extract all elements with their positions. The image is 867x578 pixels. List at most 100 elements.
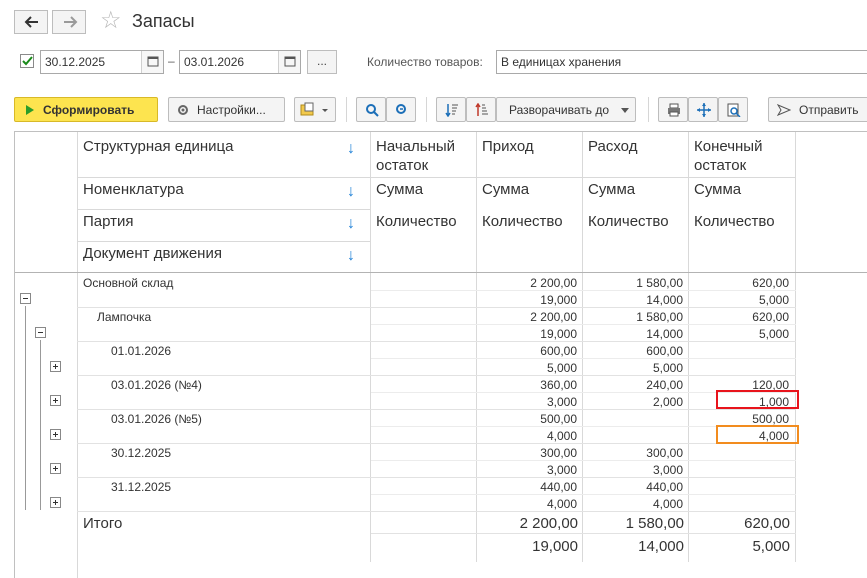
quantity-cell[interactable]: 4,000 <box>477 429 577 443</box>
arrow-right-icon <box>64 16 78 28</box>
total-quantity-cell[interactable]: 5,000 <box>689 538 790 555</box>
send-button-label: Отправить <box>799 103 859 117</box>
sort-arrow-icon[interactable]: ↓ <box>347 215 355 233</box>
expand-to-button[interactable]: Разворачивать до <box>496 97 636 122</box>
sum-cell[interactable]: 300,00 <box>583 446 683 460</box>
sum-cell[interactable]: 1 580,00 <box>583 276 683 290</box>
row-name[interactable]: 01.01.2026 <box>111 344 171 358</box>
expand-toggle[interactable] <box>50 395 61 406</box>
row-name[interactable]: Лампочка <box>97 310 151 324</box>
period-select-button[interactable]: ... <box>307 50 337 74</box>
total-quantity-cell[interactable]: 19,000 <box>477 538 578 555</box>
sum-cell[interactable]: 440,00 <box>477 480 577 494</box>
sort-asc-button[interactable] <box>466 97 496 122</box>
total-quantity-cell[interactable]: 14,000 <box>583 538 684 555</box>
total-sum-cell[interactable]: 620,00 <box>689 515 790 532</box>
quantity-cell[interactable]: 2,000 <box>583 395 683 409</box>
row-name[interactable]: 31.12.2025 <box>111 480 171 494</box>
header-opening-balance: остаток <box>376 157 429 174</box>
sum-cell[interactable]: 500,00 <box>477 412 577 426</box>
sort-desc-icon <box>445 104 458 117</box>
checkmark-icon <box>22 56 33 66</box>
row-name[interactable]: 03.01.2026 (№4) <box>111 378 202 392</box>
printer-icon <box>668 103 680 117</box>
quantity-cell[interactable]: 5,000 <box>689 327 789 341</box>
forward-button[interactable] <box>52 10 86 34</box>
expand-toggle[interactable] <box>50 463 61 474</box>
row-name[interactable]: Основной склад <box>83 276 173 290</box>
expand-toggle[interactable] <box>50 361 61 372</box>
expand-toggle[interactable] <box>50 497 61 508</box>
sum-cell[interactable]: 620,00 <box>689 310 789 324</box>
sum-cell[interactable]: 2 200,00 <box>477 310 577 324</box>
preview-button[interactable] <box>718 97 748 122</box>
sum-cell[interactable]: 600,00 <box>583 344 683 358</box>
sum-cell[interactable]: 240,00 <box>583 378 683 392</box>
quantity-cell[interactable]: 5,000 <box>477 361 577 375</box>
header-sum: Сумма <box>482 181 530 198</box>
sum-cell[interactable]: 440,00 <box>583 480 683 494</box>
row-name[interactable]: 30.12.2025 <box>111 446 171 460</box>
quantity-cell[interactable]: 4,000 <box>477 497 577 511</box>
sum-cell[interactable]: 1 580,00 <box>583 310 683 324</box>
date-from-field[interactable]: 30.12.2025 <box>40 50 164 74</box>
highlight-orange-box <box>716 425 799 444</box>
expand-toggle[interactable] <box>50 429 61 440</box>
sum-cell[interactable]: 360,00 <box>477 378 577 392</box>
print-button[interactable] <box>658 97 688 122</box>
date-to-value: 03.01.2026 <box>184 55 245 69</box>
date-to-field[interactable]: 03.01.2026 <box>179 50 301 74</box>
calendar-icon[interactable] <box>278 51 300 73</box>
quantity-cell[interactable]: 19,000 <box>477 293 577 307</box>
sort-arrow-icon[interactable]: ↓ <box>347 247 355 265</box>
sort-desc-button[interactable] <box>436 97 466 122</box>
play-icon <box>26 105 34 115</box>
total-label: Итого <box>83 515 123 532</box>
total-sum-cell[interactable]: 1 580,00 <box>583 515 684 532</box>
settings-button[interactable]: Настройки... <box>168 97 285 122</box>
page-title: Запасы <box>132 11 195 31</box>
back-button[interactable] <box>14 10 48 34</box>
sum-cell[interactable]: 620,00 <box>689 276 789 290</box>
variants-button[interactable] <box>294 97 336 122</box>
header-opening-balance: Начальный <box>376 138 456 155</box>
quantity-select[interactable]: В единицах хранения <box>496 50 867 74</box>
calendar-icon[interactable] <box>141 51 163 73</box>
header-batch: Партия <box>83 213 134 230</box>
report-spreadsheet[interactable]: Структурная единица ↓ Номенклатура ↓ Пар… <box>14 131 867 578</box>
quantity-cell[interactable]: 5,000 <box>583 361 683 375</box>
quantity-cell[interactable]: 3,000 <box>477 395 577 409</box>
quantity-cell[interactable]: 3,000 <box>583 463 683 477</box>
sum-cell[interactable]: 600,00 <box>477 344 577 358</box>
sum-cell[interactable]: 300,00 <box>477 446 577 460</box>
chevron-down-icon <box>621 108 629 113</box>
gear-icon <box>178 105 188 115</box>
collapse-toggle[interactable] <box>20 293 31 304</box>
find-button[interactable] <box>356 97 386 122</box>
total-sum-cell[interactable]: 2 200,00 <box>477 515 578 532</box>
sum-cell[interactable]: 2 200,00 <box>477 276 577 290</box>
quantity-label: Количество товаров: <box>367 55 483 69</box>
quantity-cell[interactable]: 14,000 <box>583 327 683 341</box>
collapse-toggle[interactable] <box>35 327 46 338</box>
expand-to-label: Разворачивать до <box>509 103 610 117</box>
generate-button[interactable]: Сформировать <box>14 97 158 122</box>
move-button[interactable] <box>688 97 718 122</box>
quantity-cell[interactable]: 14,000 <box>583 293 683 307</box>
header-closing-balance: остаток <box>694 157 747 174</box>
sort-arrow-icon[interactable]: ↓ <box>347 183 355 201</box>
sort-arrow-icon[interactable]: ↓ <box>347 140 355 158</box>
generate-button-label: Сформировать <box>43 103 135 117</box>
sum-cell[interactable]: 500,00 <box>689 412 789 426</box>
row-name[interactable]: 03.01.2026 (№5) <box>111 412 202 426</box>
send-button[interactable]: Отправить <box>768 97 867 122</box>
quantity-cell[interactable]: 5,000 <box>689 293 789 307</box>
find-next-button[interactable] <box>386 97 416 122</box>
header-quantity: Количество <box>588 213 669 230</box>
quantity-cell[interactable]: 19,000 <box>477 327 577 341</box>
quantity-cell[interactable]: 4,000 <box>583 497 683 511</box>
period-checkbox[interactable] <box>20 54 34 68</box>
star-icon[interactable]: ☆ <box>100 8 122 34</box>
header-quantity: Количество <box>482 213 563 230</box>
quantity-cell[interactable]: 3,000 <box>477 463 577 477</box>
